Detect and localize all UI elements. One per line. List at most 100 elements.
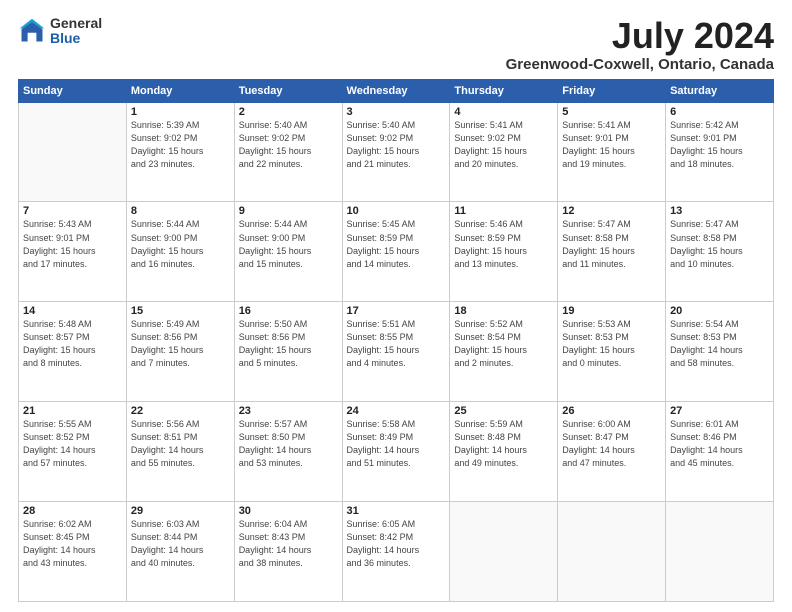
day-info: Sunrise: 5:48 AM Sunset: 8:57 PM Dayligh… [23, 318, 122, 370]
day-info: Sunrise: 5:44 AM Sunset: 9:00 PM Dayligh… [239, 218, 338, 270]
calendar-cell: 14Sunrise: 5:48 AM Sunset: 8:57 PM Dayli… [19, 302, 127, 402]
calendar-cell: 22Sunrise: 5:56 AM Sunset: 8:51 PM Dayli… [126, 402, 234, 502]
calendar-dow-thursday: Thursday [450, 79, 558, 102]
calendar-cell: 19Sunrise: 5:53 AM Sunset: 8:53 PM Dayli… [558, 302, 666, 402]
page: General Blue July 2024 Greenwood-Coxwell… [0, 0, 792, 612]
day-info: Sunrise: 6:04 AM Sunset: 8:43 PM Dayligh… [239, 518, 338, 570]
day-info: Sunrise: 5:41 AM Sunset: 9:02 PM Dayligh… [454, 119, 553, 171]
day-info: Sunrise: 5:40 AM Sunset: 9:02 PM Dayligh… [239, 119, 338, 171]
day-info: Sunrise: 5:47 AM Sunset: 8:58 PM Dayligh… [562, 218, 661, 270]
day-number: 3 [347, 106, 446, 118]
day-info: Sunrise: 5:55 AM Sunset: 8:52 PM Dayligh… [23, 418, 122, 470]
day-number: 27 [670, 405, 769, 417]
calendar-cell [19, 102, 127, 202]
calendar-cell: 11Sunrise: 5:46 AM Sunset: 8:59 PM Dayli… [450, 202, 558, 302]
calendar-cell: 15Sunrise: 5:49 AM Sunset: 8:56 PM Dayli… [126, 302, 234, 402]
calendar-cell [558, 502, 666, 602]
day-number: 19 [562, 305, 661, 317]
calendar-week-1: 1Sunrise: 5:39 AM Sunset: 9:02 PM Daylig… [19, 102, 774, 202]
calendar-cell: 5Sunrise: 5:41 AM Sunset: 9:01 PM Daylig… [558, 102, 666, 202]
calendar-cell: 27Sunrise: 6:01 AM Sunset: 8:46 PM Dayli… [666, 402, 774, 502]
day-info: Sunrise: 5:42 AM Sunset: 9:01 PM Dayligh… [670, 119, 769, 171]
day-info: Sunrise: 5:51 AM Sunset: 8:55 PM Dayligh… [347, 318, 446, 370]
day-number: 29 [131, 505, 230, 517]
calendar-week-4: 21Sunrise: 5:55 AM Sunset: 8:52 PM Dayli… [19, 402, 774, 502]
calendar-cell: 10Sunrise: 5:45 AM Sunset: 8:59 PM Dayli… [342, 202, 450, 302]
day-info: Sunrise: 5:54 AM Sunset: 8:53 PM Dayligh… [670, 318, 769, 370]
day-number: 21 [23, 405, 122, 417]
calendar-cell: 29Sunrise: 6:03 AM Sunset: 8:44 PM Dayli… [126, 502, 234, 602]
calendar-cell: 4Sunrise: 5:41 AM Sunset: 9:02 PM Daylig… [450, 102, 558, 202]
day-info: Sunrise: 5:47 AM Sunset: 8:58 PM Dayligh… [670, 218, 769, 270]
calendar-cell: 23Sunrise: 5:57 AM Sunset: 8:50 PM Dayli… [234, 402, 342, 502]
logo-text: General Blue [50, 16, 102, 47]
day-number: 31 [347, 505, 446, 517]
day-info: Sunrise: 5:52 AM Sunset: 8:54 PM Dayligh… [454, 318, 553, 370]
title-month: July 2024 [506, 16, 774, 56]
day-number: 7 [23, 205, 122, 217]
header: General Blue July 2024 Greenwood-Coxwell… [18, 16, 774, 73]
day-number: 23 [239, 405, 338, 417]
day-number: 12 [562, 205, 661, 217]
day-info: Sunrise: 6:03 AM Sunset: 8:44 PM Dayligh… [131, 518, 230, 570]
calendar-cell: 12Sunrise: 5:47 AM Sunset: 8:58 PM Dayli… [558, 202, 666, 302]
day-number: 15 [131, 305, 230, 317]
day-info: Sunrise: 5:56 AM Sunset: 8:51 PM Dayligh… [131, 418, 230, 470]
day-info: Sunrise: 5:50 AM Sunset: 8:56 PM Dayligh… [239, 318, 338, 370]
day-number: 14 [23, 305, 122, 317]
logo-icon [18, 17, 46, 45]
day-info: Sunrise: 5:45 AM Sunset: 8:59 PM Dayligh… [347, 218, 446, 270]
day-info: Sunrise: 5:39 AM Sunset: 9:02 PM Dayligh… [131, 119, 230, 171]
calendar-cell: 7Sunrise: 5:43 AM Sunset: 9:01 PM Daylig… [19, 202, 127, 302]
calendar-cell: 25Sunrise: 5:59 AM Sunset: 8:48 PM Dayli… [450, 402, 558, 502]
calendar-dow-friday: Friday [558, 79, 666, 102]
day-number: 24 [347, 405, 446, 417]
day-number: 2 [239, 106, 338, 118]
day-info: Sunrise: 5:41 AM Sunset: 9:01 PM Dayligh… [562, 119, 661, 171]
day-number: 4 [454, 106, 553, 118]
day-number: 30 [239, 505, 338, 517]
day-number: 28 [23, 505, 122, 517]
day-info: Sunrise: 5:57 AM Sunset: 8:50 PM Dayligh… [239, 418, 338, 470]
calendar-cell: 20Sunrise: 5:54 AM Sunset: 8:53 PM Dayli… [666, 302, 774, 402]
calendar-cell: 21Sunrise: 5:55 AM Sunset: 8:52 PM Dayli… [19, 402, 127, 502]
calendar-cell: 16Sunrise: 5:50 AM Sunset: 8:56 PM Dayli… [234, 302, 342, 402]
calendar-cell: 18Sunrise: 5:52 AM Sunset: 8:54 PM Dayli… [450, 302, 558, 402]
day-info: Sunrise: 6:05 AM Sunset: 8:42 PM Dayligh… [347, 518, 446, 570]
calendar-week-2: 7Sunrise: 5:43 AM Sunset: 9:01 PM Daylig… [19, 202, 774, 302]
day-info: Sunrise: 5:59 AM Sunset: 8:48 PM Dayligh… [454, 418, 553, 470]
calendar-cell: 17Sunrise: 5:51 AM Sunset: 8:55 PM Dayli… [342, 302, 450, 402]
calendar-dow-sunday: Sunday [19, 79, 127, 102]
day-number: 25 [454, 405, 553, 417]
calendar-cell: 9Sunrise: 5:44 AM Sunset: 9:00 PM Daylig… [234, 202, 342, 302]
day-number: 20 [670, 305, 769, 317]
day-info: Sunrise: 5:58 AM Sunset: 8:49 PM Dayligh… [347, 418, 446, 470]
title-location: Greenwood-Coxwell, Ontario, Canada [506, 56, 774, 73]
day-info: Sunrise: 6:00 AM Sunset: 8:47 PM Dayligh… [562, 418, 661, 470]
calendar-cell: 28Sunrise: 6:02 AM Sunset: 8:45 PM Dayli… [19, 502, 127, 602]
calendar-cell: 8Sunrise: 5:44 AM Sunset: 9:00 PM Daylig… [126, 202, 234, 302]
day-number: 10 [347, 205, 446, 217]
calendar-cell: 6Sunrise: 5:42 AM Sunset: 9:01 PM Daylig… [666, 102, 774, 202]
day-number: 22 [131, 405, 230, 417]
day-info: Sunrise: 5:43 AM Sunset: 9:01 PM Dayligh… [23, 218, 122, 270]
calendar-dow-saturday: Saturday [666, 79, 774, 102]
day-info: Sunrise: 5:53 AM Sunset: 8:53 PM Dayligh… [562, 318, 661, 370]
calendar-week-5: 28Sunrise: 6:02 AM Sunset: 8:45 PM Dayli… [19, 502, 774, 602]
logo-blue-text: Blue [50, 31, 102, 46]
calendar-table: SundayMondayTuesdayWednesdayThursdayFrid… [18, 79, 774, 602]
calendar-header-row: SundayMondayTuesdayWednesdayThursdayFrid… [19, 79, 774, 102]
day-info: Sunrise: 5:40 AM Sunset: 9:02 PM Dayligh… [347, 119, 446, 171]
calendar-cell [666, 502, 774, 602]
calendar-dow-tuesday: Tuesday [234, 79, 342, 102]
day-number: 11 [454, 205, 553, 217]
day-info: Sunrise: 6:02 AM Sunset: 8:45 PM Dayligh… [23, 518, 122, 570]
calendar-cell: 3Sunrise: 5:40 AM Sunset: 9:02 PM Daylig… [342, 102, 450, 202]
day-number: 6 [670, 106, 769, 118]
day-number: 17 [347, 305, 446, 317]
calendar-cell: 13Sunrise: 5:47 AM Sunset: 8:58 PM Dayli… [666, 202, 774, 302]
calendar-dow-wednesday: Wednesday [342, 79, 450, 102]
calendar-cell [450, 502, 558, 602]
day-number: 13 [670, 205, 769, 217]
calendar-dow-monday: Monday [126, 79, 234, 102]
